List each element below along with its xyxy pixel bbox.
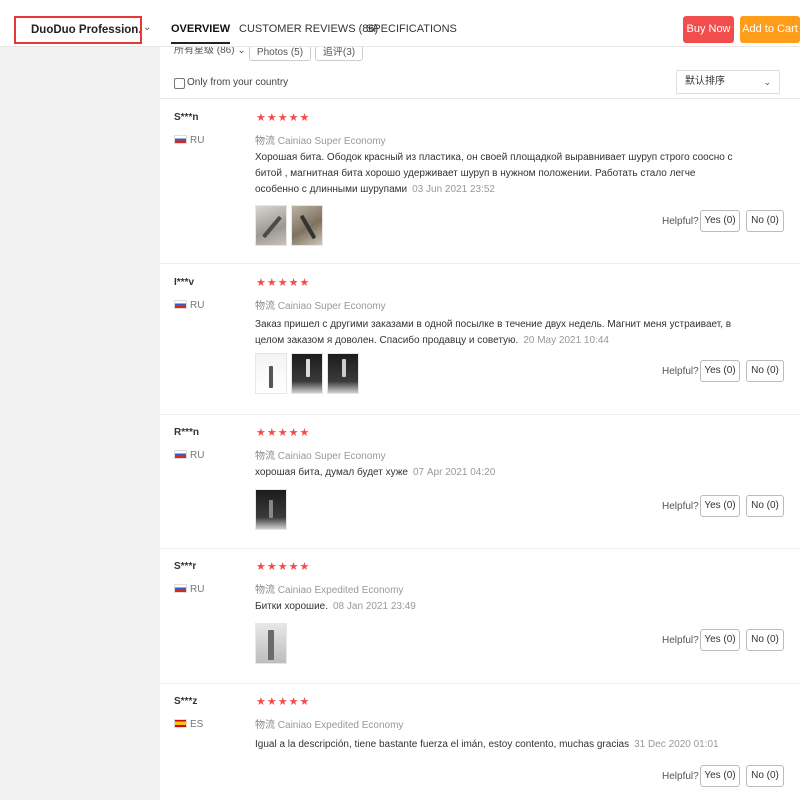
- helpful-yes-button[interactable]: Yes (0): [700, 360, 740, 382]
- review-text: хорошая бита, думал будет хуже 07 Apr 202…: [255, 467, 496, 478]
- review-photo[interactable]: [255, 623, 287, 664]
- russia-flag-icon: [174, 135, 187, 144]
- review-photo[interactable]: [255, 489, 287, 530]
- rating-filter-dropdown[interactable]: 所有星级 (86) ⌄: [174, 47, 246, 56]
- review-item: S***r RU ★★★★★ 物流 Cainiao Expedited Econ…: [160, 549, 800, 684]
- review-photo[interactable]: [255, 353, 287, 394]
- shipping-method: 物流 Cainiao Super Economy: [255, 451, 386, 462]
- spain-flag-icon: [174, 719, 187, 728]
- review-photo[interactable]: [327, 353, 359, 394]
- helpful-no-button[interactable]: No (0): [746, 360, 784, 382]
- reviewer-country: RU: [190, 300, 205, 311]
- review-item: S***z ES ★★★★★ 物流 Cainiao Expedited Econ…: [160, 684, 800, 800]
- sort-value: 默认排序: [685, 76, 725, 87]
- reviewer-name: S***r: [174, 561, 197, 572]
- helpful-yes-button[interactable]: Yes (0): [700, 629, 740, 651]
- reviewer-country: RU: [190, 450, 205, 461]
- helpful-label: Helpful?: [662, 635, 699, 646]
- photos-filter-chip[interactable]: Photos (5): [249, 47, 311, 61]
- review-photo[interactable]: [255, 205, 287, 246]
- review-photo[interactable]: [291, 205, 323, 246]
- helpful-no-button[interactable]: No (0): [746, 629, 784, 651]
- review-photos: [255, 623, 291, 665]
- helpful-no-button[interactable]: No (0): [746, 210, 784, 232]
- country-checkbox[interactable]: [174, 78, 185, 89]
- browser-top-sliver: [0, 0, 800, 6]
- star-rating: ★★★★★: [256, 561, 311, 573]
- reviewer-name: R***n: [174, 427, 200, 438]
- review-text: Igual a la descripción, tiene bastante f…: [255, 739, 719, 750]
- review-text: Битки хорошие. 08 Jan 2021 23:49: [255, 601, 416, 612]
- reviewer-country: RU: [190, 135, 205, 146]
- reviewer-name: S***z: [174, 696, 198, 707]
- add-to-cart-button[interactable]: Add to Cart: [740, 16, 800, 43]
- helpful-label: Helpful?: [662, 216, 699, 227]
- product-name-selector[interactable]: DuoDuo Profession...: [14, 16, 142, 44]
- star-rating: ★★★★★: [256, 696, 311, 708]
- helpful-yes-button[interactable]: Yes (0): [700, 495, 740, 517]
- reviewer-country: ES: [190, 719, 204, 730]
- star-rating: ★★★★★: [256, 112, 311, 124]
- helpful-label: Helpful?: [662, 366, 699, 377]
- review-photos: [255, 489, 291, 531]
- shipping-method: 物流 Cainiao Super Economy: [255, 136, 386, 147]
- left-panel: [0, 47, 160, 800]
- reviewer-name: S***n: [174, 112, 199, 123]
- review-item: R***n RU ★★★★★ 物流 Cainiao Super Economy …: [160, 415, 800, 549]
- reviewer-name: I***v: [174, 277, 195, 288]
- shipping-method: 物流 Cainiao Expedited Economy: [255, 720, 404, 731]
- additional-review-chip[interactable]: 追评(3): [315, 47, 363, 61]
- buy-now-button[interactable]: Buy Now: [683, 16, 734, 43]
- review-item: I***v RU ★★★★★ 物流 Cainiao Super Economy …: [160, 264, 800, 415]
- review-item: S***n RU ★★★★★ 物流 Cainiao Super Economy …: [160, 99, 800, 264]
- helpful-label: Helpful?: [662, 771, 699, 782]
- russia-flag-icon: [174, 450, 187, 459]
- reviews-panel: 所有星级 (86) ⌄ Photos (5) 追评(3) Only from y…: [160, 47, 800, 800]
- review-date: 03 Jun 2021 23:52: [412, 184, 495, 195]
- review-filter-row: 所有星级 (86) ⌄ Photos (5) 追评(3): [160, 47, 800, 61]
- product-top-bar: DuoDuo Profession... ⌄ OVERVIEW CUSTOMER…: [0, 0, 800, 47]
- russia-flag-icon: [174, 584, 187, 593]
- tab-overview[interactable]: OVERVIEW: [171, 23, 231, 44]
- review-photos: [255, 353, 363, 395]
- helpful-yes-button[interactable]: Yes (0): [700, 210, 740, 232]
- russia-flag-icon: [174, 300, 187, 309]
- review-text: Хорошая бита. Ободок красный из пластика…: [255, 152, 733, 195]
- reviewer-country: RU: [190, 584, 205, 595]
- shipping-method: 物流 Cainiao Expedited Economy: [255, 585, 404, 596]
- review-photo[interactable]: [291, 353, 323, 394]
- review-date: 20 May 2021 10:44: [523, 335, 609, 346]
- star-rating: ★★★★★: [256, 427, 311, 439]
- helpful-no-button[interactable]: No (0): [746, 495, 784, 517]
- shipping-method: 物流 Cainiao Super Economy: [255, 301, 386, 312]
- chevron-down-icon: ⌄: [763, 77, 771, 87]
- review-text: Заказ пришел с другими заказами в одной …: [255, 319, 732, 346]
- review-photos: [255, 205, 327, 247]
- review-date: 07 Apr 2021 04:20: [412, 467, 496, 478]
- star-rating: ★★★★★: [256, 277, 311, 289]
- country-filter-row: Only from your country 默认排序 ⌄: [160, 69, 800, 97]
- helpful-no-button[interactable]: No (0): [746, 765, 784, 787]
- helpful-label: Helpful?: [662, 501, 699, 512]
- tab-specifications[interactable]: SPECIFICATIONS: [366, 23, 457, 35]
- chevron-down-icon[interactable]: ⌄: [143, 22, 151, 33]
- country-checkbox-label[interactable]: Only from your country: [187, 77, 288, 88]
- tab-customer-reviews[interactable]: CUSTOMER REVIEWS (86): [239, 23, 378, 35]
- sort-dropdown[interactable]: 默认排序 ⌄: [676, 70, 780, 94]
- review-date: 08 Jan 2021 23:49: [333, 601, 416, 612]
- review-date: 31 Dec 2020 01:01: [634, 739, 719, 750]
- helpful-yes-button[interactable]: Yes (0): [700, 765, 740, 787]
